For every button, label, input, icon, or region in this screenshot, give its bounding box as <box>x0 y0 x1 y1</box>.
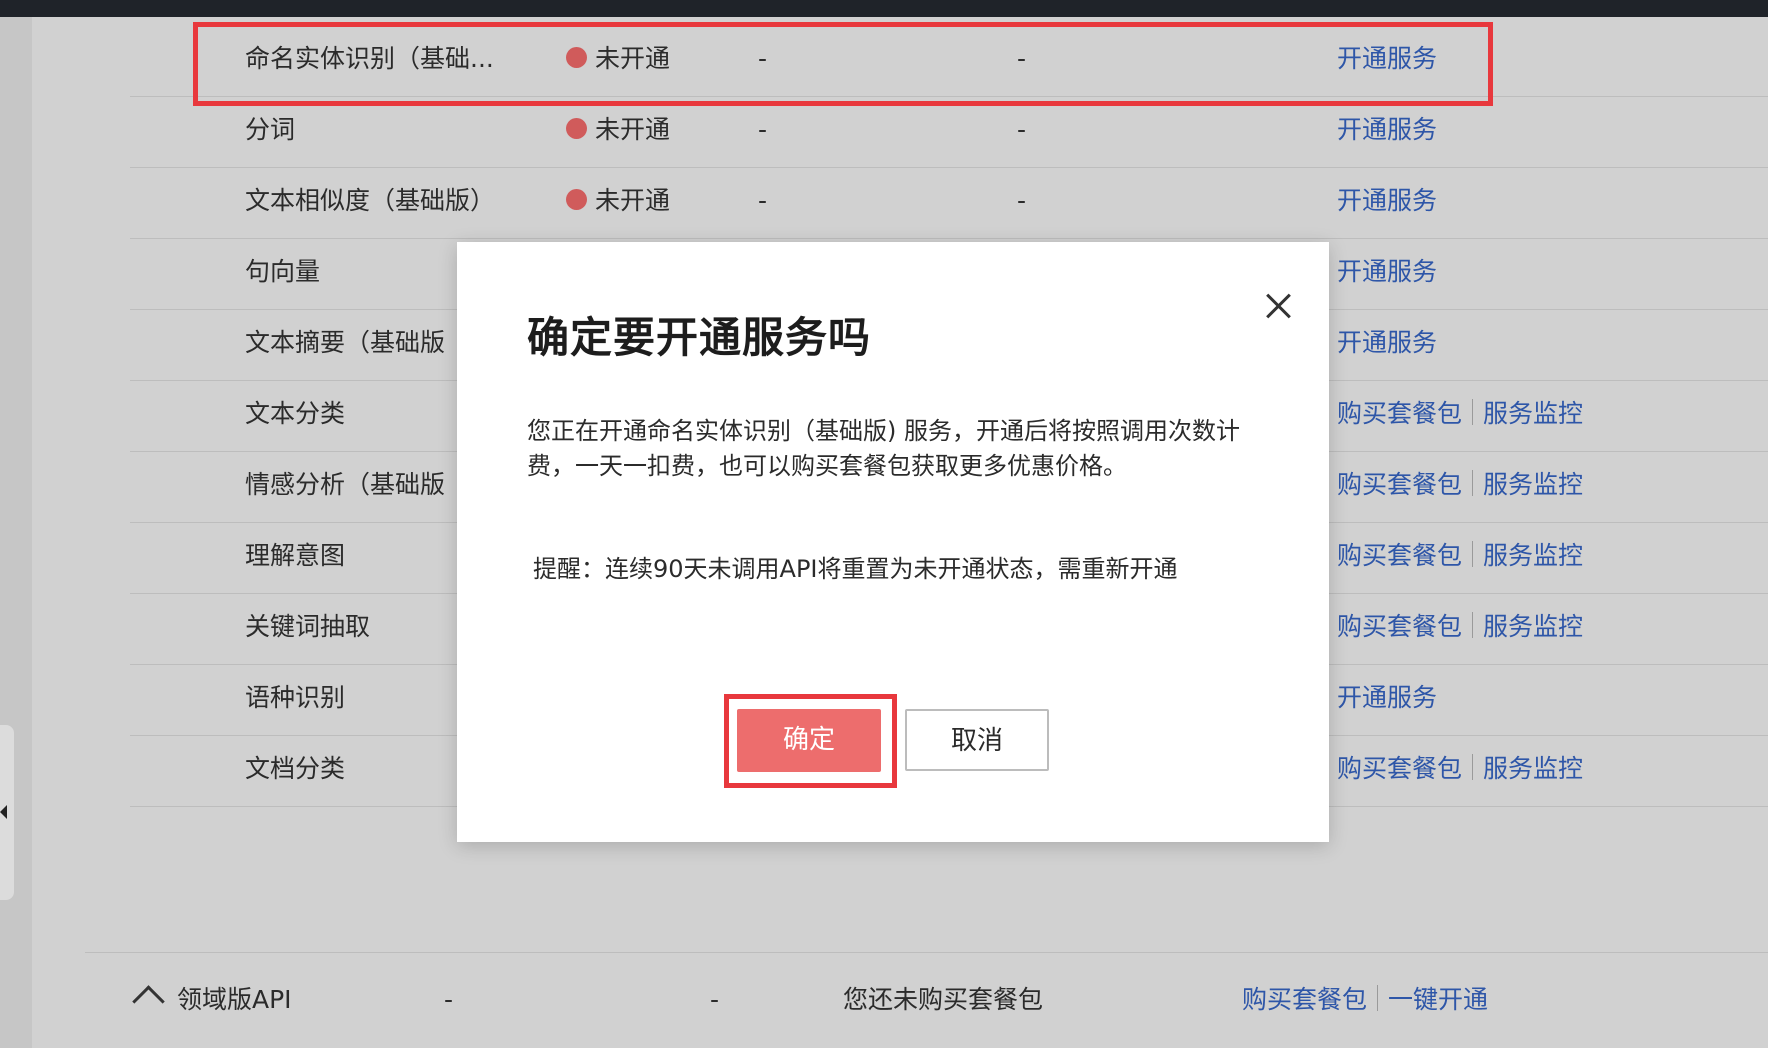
close-icon[interactable] <box>1259 286 1299 326</box>
dialog-tip: 提醒：连续90天未调用API将重置为未开通状态，需重新开通 <box>533 555 1178 583</box>
confirm-dialog: 确定要开通服务吗 您正在开通命名实体识别（基础版) 服务，开通后将按照调用次数计… <box>457 242 1329 842</box>
cancel-button[interactable]: 取消 <box>905 709 1049 771</box>
confirm-button[interactable]: 确定 <box>737 709 881 772</box>
dialog-message: 您正在开通命名实体识别（基础版) 服务，开通后将按照调用次数计费，一天一扣费，也… <box>527 417 1240 480</box>
dialog-title: 确定要开通服务吗 <box>527 313 872 362</box>
